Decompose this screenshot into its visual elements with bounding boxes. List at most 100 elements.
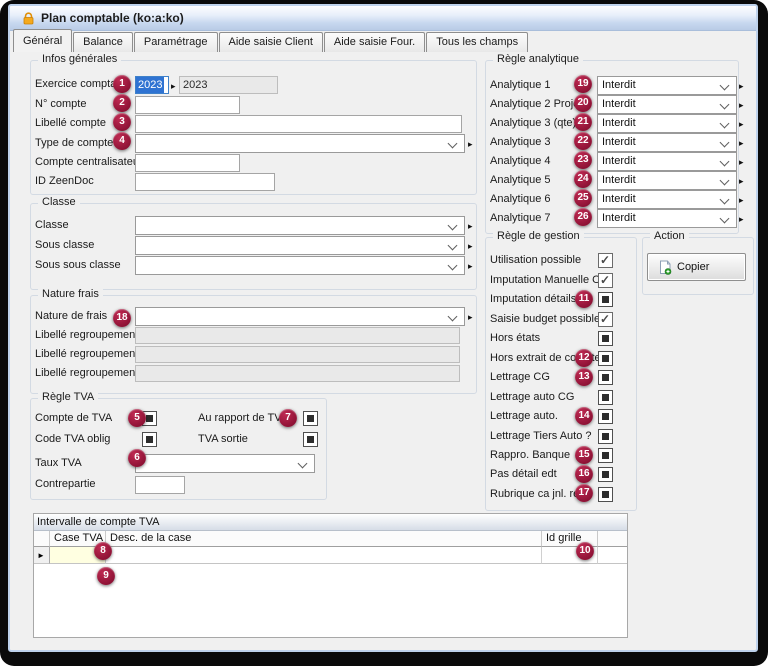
contrepartie-label: Contrepartie — [35, 478, 96, 490]
libelle-compte-input[interactable] — [135, 115, 462, 133]
lookup-arrow-icon[interactable] — [171, 80, 179, 92]
lettrage-auto-label: Lettrage auto. — [490, 410, 558, 422]
lookup-arrow-icon[interactable] — [739, 156, 747, 168]
lookup-arrow-icon[interactable] — [739, 194, 747, 206]
lookup-arrow-icon[interactable] — [739, 213, 747, 225]
lookup-arrow-icon[interactable] — [468, 138, 476, 150]
rubrique-ca-jnl-rep-checkbox[interactable] — [598, 487, 613, 502]
taux-tva-label: Taux TVA — [35, 457, 82, 469]
lookup-arrow-icon[interactable] — [468, 240, 476, 252]
lettrage-auto-cg-checkbox[interactable] — [598, 390, 613, 405]
libelle-regroupement-2-input — [135, 346, 460, 363]
imputation-details-checkbox[interactable] — [598, 292, 613, 307]
exercice-comptable-input[interactable]: 2023 — [135, 76, 169, 94]
tab-general[interactable]: Général — [13, 29, 72, 52]
callout-badge-13: 13 — [575, 368, 593, 386]
callout-badge-21: 21 — [574, 113, 592, 131]
libelle-regroupement-1-label: Libellé regroupement 1 — [35, 367, 148, 379]
analytique-3-select[interactable]: Interdit — [597, 133, 737, 152]
lookup-arrow-icon[interactable] — [468, 260, 476, 272]
hors-extrait-de-compte-checkbox[interactable] — [598, 351, 613, 366]
lookup-arrow-icon[interactable] — [739, 118, 747, 130]
copy-document-icon — [658, 260, 672, 275]
analytique-4-select[interactable]: Interdit — [597, 152, 737, 171]
row-selector-cell[interactable] — [34, 547, 50, 564]
hors-etats-checkbox[interactable] — [598, 331, 613, 346]
exercice-comptable-display: 2023 — [179, 76, 278, 94]
sous-sous-classe-select[interactable] — [135, 256, 465, 275]
lookup-arrow-icon[interactable] — [468, 220, 476, 232]
analytique-2-projet-label: Analytique 2 Projet — [490, 98, 582, 110]
callout-badge-24: 24 — [574, 170, 592, 188]
au-rapport-de-tva-checkbox[interactable] — [303, 411, 318, 426]
id-zeendoc-label: ID ZeenDoc — [35, 175, 94, 187]
numero-compte-label: N° compte — [35, 98, 86, 110]
id-zeendoc-input[interactable] — [135, 173, 275, 191]
tab-strip: Général Balance Paramétrage Aide saisie … — [13, 31, 529, 52]
tva-sortie-checkbox[interactable] — [303, 432, 318, 447]
analytique-2-projet-select[interactable]: Interdit — [597, 95, 737, 114]
libelle-regroupement-2-label: Libellé regroupement 2 — [35, 348, 148, 360]
sous-classe-label: Sous classe — [35, 239, 94, 251]
tab-aide-saisie-four[interactable]: Aide saisie Four. — [324, 32, 425, 52]
analytique-5-select[interactable]: Interdit — [597, 171, 737, 190]
imputation-manuelle-ok-checkbox[interactable] — [598, 273, 613, 288]
analytique-7-label: Analytique 7 — [490, 212, 551, 224]
tab-parametrage[interactable]: Paramétrage — [134, 32, 218, 52]
callout-badge-23: 23 — [574, 151, 592, 169]
lookup-arrow-icon[interactable] — [739, 99, 747, 111]
lettrage-cg-checkbox[interactable] — [598, 370, 613, 385]
plan-comptable-window: Plan comptable (ko:a:ko) Général Balance… — [8, 4, 758, 652]
numero-compte-input[interactable] — [135, 96, 240, 114]
column-header-desc-de-la-case[interactable]: Desc. de la case — [106, 531, 542, 547]
compte-centralisateur-input[interactable] — [135, 154, 240, 172]
callout-badge-5: 5 — [128, 409, 146, 427]
row-selector-header — [34, 531, 50, 547]
lettrage-tiers-auto-checkbox[interactable] — [598, 429, 613, 444]
pas-detail-edt-checkbox[interactable] — [598, 467, 613, 482]
sous-classe-select[interactable] — [135, 236, 465, 255]
saisie-budget-possible-checkbox[interactable] — [598, 312, 613, 327]
code-tva-oblig-checkbox[interactable] — [142, 432, 157, 447]
nature-de-frais-select[interactable] — [135, 307, 465, 326]
callout-badge-14: 14 — [575, 407, 593, 425]
window-title: Plan comptable (ko:a:ko) — [41, 11, 184, 25]
compte-de-tva-label: Compte de TVA — [35, 412, 112, 424]
tab-balance[interactable]: Balance — [73, 32, 133, 52]
analytique-3-qte-label: Analytique 3 (qte) — [490, 117, 576, 129]
analytique-6-select[interactable]: Interdit — [597, 190, 737, 209]
callout-badge-25: 25 — [574, 189, 592, 207]
classe-select[interactable] — [135, 216, 465, 235]
lookup-arrow-icon[interactable] — [739, 137, 747, 149]
desc-de-la-case-cell[interactable] — [106, 547, 542, 564]
callout-badge-18: 18 — [113, 309, 131, 327]
callout-badge-2: 2 — [113, 94, 131, 112]
lookup-arrow-icon[interactable] — [468, 311, 476, 323]
callout-badge-19: 19 — [574, 75, 592, 93]
lettrage-auto-cg-label: Lettrage auto CG — [490, 391, 574, 403]
tab-tous-les-champs[interactable]: Tous les champs — [426, 32, 528, 52]
empty-cell[interactable] — [598, 547, 627, 564]
analytique-7-select[interactable]: Interdit — [597, 209, 737, 228]
contrepartie-input[interactable] — [135, 476, 185, 494]
classe-label: Classe — [35, 219, 69, 231]
lettrage-auto-checkbox[interactable] — [598, 409, 613, 424]
tab-aide-saisie-client[interactable]: Aide saisie Client — [219, 32, 323, 52]
libelle-compte-label: Libellé compte — [35, 117, 106, 129]
copier-button-label: Copier — [677, 261, 709, 273]
callout-badge-22: 22 — [574, 132, 592, 150]
analytique-3-qte-select[interactable]: Interdit — [597, 114, 737, 133]
copier-button[interactable]: Copier — [647, 253, 746, 281]
intervalle-compte-tva-table: Intervalle de compte TVA Case TVA Desc. … — [33, 513, 628, 638]
rappro-banque-checkbox[interactable] — [598, 448, 613, 463]
analytique-1-select[interactable]: Interdit — [597, 76, 737, 95]
table-caption: Intervalle de compte TVA — [34, 514, 627, 531]
code-tva-oblig-label: Code TVA oblig — [35, 433, 110, 445]
utilisation-possible-checkbox[interactable] — [598, 253, 613, 268]
taux-tva-select[interactable] — [135, 454, 315, 473]
type-compte-select[interactable] — [135, 134, 465, 153]
libelle-regroupement-3-label: Libellé regroupement 3 — [35, 329, 148, 341]
lookup-arrow-icon[interactable] — [739, 80, 747, 92]
lookup-arrow-icon[interactable] — [739, 175, 747, 187]
callout-badge-15: 15 — [575, 446, 593, 464]
